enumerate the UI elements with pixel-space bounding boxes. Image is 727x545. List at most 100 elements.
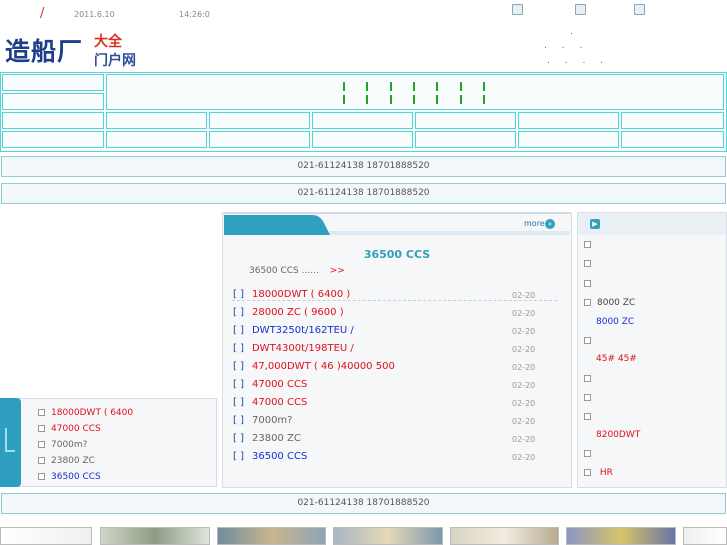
bullet-icon — [38, 409, 45, 416]
news-row[interactable]: [ ] 23800 ZC — [233, 433, 301, 444]
nav-tab[interactable] — [415, 131, 516, 148]
featured-summary: 36500 CCS ...... >> — [249, 266, 345, 276]
news-date: 02-20 — [512, 291, 536, 300]
nav-tab[interactable] — [209, 131, 310, 148]
thumbnail-image[interactable] — [450, 527, 559, 545]
bullet-icon — [38, 457, 45, 464]
right-list-item[interactable] — [584, 393, 597, 403]
news-row[interactable]: [ ] 7000m? — [233, 415, 292, 426]
thumbnail-image[interactable] — [333, 527, 443, 545]
right-list-item[interactable]: 8200DWT — [596, 430, 640, 440]
bullet-icon — [584, 260, 591, 267]
news-row[interactable]: [ ] DWT3250t/162TEU / — [233, 325, 354, 336]
nav-tab[interactable] — [2, 112, 104, 129]
right-list-item[interactable] — [584, 374, 597, 384]
left-list-item[interactable]: 47000 CCS — [38, 424, 101, 434]
right-list-item[interactable] — [584, 240, 597, 250]
contact-phone-bar: 021-61124138 18701888520 — [1, 156, 726, 177]
bullet-icon — [584, 280, 591, 287]
nav-tab[interactable] — [621, 131, 724, 148]
featured-headline[interactable]: 36500 CCS — [224, 248, 570, 261]
news-date: 02-20 — [512, 345, 536, 354]
right-list-item[interactable] — [584, 279, 597, 289]
news-date: 02-20 — [512, 363, 536, 372]
right-list-item[interactable]: HR — [584, 468, 613, 478]
nav-tab[interactable] — [518, 131, 619, 148]
info-icon[interactable] — [512, 4, 523, 15]
mail-icon[interactable] — [575, 4, 586, 15]
nav-menu-strip — [106, 74, 724, 110]
news-row[interactable]: [ ] 18000DWT ( 6400 ) — [233, 289, 350, 300]
nav-separator — [436, 82, 438, 104]
summary-more-link[interactable]: >> — [330, 266, 345, 276]
bullet-icon — [584, 413, 591, 420]
bullet-icon — [38, 441, 45, 448]
news-row[interactable]: [ ] 36500 CCS — [233, 451, 307, 462]
site-logo[interactable]: 造船厂 大全 门户网 — [2, 28, 145, 70]
contact-phone-bar: 021-61124138 18701888520 — [1, 493, 726, 514]
news-row[interactable]: [ ] 47000 CCS — [233, 379, 307, 390]
header-dots-3: . . . . — [547, 56, 610, 66]
nav-tab[interactable] — [312, 131, 413, 148]
current-date: 2011.6.10 — [74, 10, 115, 19]
news-row[interactable]: [ ] 47,000DWT ( 46 )40000 500 — [233, 361, 395, 372]
header-dots-1: . — [570, 27, 579, 37]
news-row[interactable]: [ ] 47000 CCS — [233, 397, 307, 408]
left-list-item[interactable]: 18000DWT ( 6400 — [38, 408, 133, 418]
bullet-icon — [584, 375, 591, 382]
nav-tab[interactable] — [2, 131, 104, 148]
nav-cell-left-2[interactable] — [2, 93, 104, 110]
logo-sub-top: 大全 — [94, 34, 122, 50]
header-tab-shape — [224, 213, 570, 235]
middle-panel-header: more » — [224, 213, 570, 235]
left-list-item[interactable]: 36500 CCS — [38, 472, 101, 482]
nav-separator — [366, 82, 368, 104]
bullet-icon — [38, 473, 45, 480]
bullet-icon — [38, 425, 45, 432]
right-list-item[interactable] — [584, 449, 597, 459]
bullet-icon — [584, 450, 591, 457]
nav-separator — [460, 82, 462, 104]
right-list-item[interactable] — [584, 412, 597, 422]
right-list-item[interactable]: 8000 ZC — [584, 298, 635, 308]
bullet-icon — [584, 241, 591, 248]
nav-tab[interactable] — [106, 112, 207, 129]
top-slash: / — [40, 6, 45, 21]
more-link[interactable]: more — [524, 219, 545, 228]
thumbnail-image[interactable] — [217, 527, 326, 545]
nav-tab[interactable] — [415, 112, 516, 129]
news-date: 02-20 — [512, 453, 536, 462]
thumbnail-image[interactable] — [566, 527, 676, 545]
left-list-item[interactable]: 7000m? — [38, 440, 87, 450]
nav-separator — [390, 82, 392, 104]
bullet-icon — [584, 337, 591, 344]
nav-separator — [343, 82, 345, 104]
nav-tab[interactable] — [621, 112, 724, 129]
right-list-item[interactable] — [584, 336, 597, 346]
nav-tab[interactable] — [209, 112, 310, 129]
nav-tab[interactable] — [106, 131, 207, 148]
right-list-item[interactable]: 45# 45# — [596, 354, 637, 364]
nav-cell-left-1[interactable] — [2, 74, 104, 91]
logo-main-text: 造船厂 — [5, 37, 84, 66]
right-list-item[interactable]: 8000 ZC — [596, 317, 634, 327]
thumbnail-image[interactable] — [100, 527, 210, 545]
left-list-item[interactable]: 23800 ZC — [38, 456, 95, 466]
news-row[interactable]: [ ] 28000 ZC ( 9600 ) — [233, 307, 344, 318]
news-date: 02-20 — [512, 417, 536, 426]
right-list-item[interactable] — [584, 259, 597, 269]
bullet-icon — [584, 299, 591, 306]
thumbnail-image[interactable] — [0, 527, 92, 545]
news-date: 02-20 — [512, 381, 536, 390]
divider — [232, 300, 557, 301]
nav-separator — [413, 82, 415, 104]
thumbnail-image[interactable] — [683, 527, 727, 545]
top-bar: / 2011.6.10 14:26:0 — [0, 0, 727, 24]
bookmark-icon[interactable] — [634, 4, 645, 15]
nav-separator — [483, 82, 485, 104]
news-row[interactable]: [ ] DWT4300t/198TEU / — [233, 343, 354, 354]
nav-tab[interactable] — [312, 112, 413, 129]
right-panel-header: ▶ — [578, 213, 726, 235]
nav-tab[interactable] — [518, 112, 619, 129]
more-arrow-icon[interactable]: » — [545, 219, 555, 229]
